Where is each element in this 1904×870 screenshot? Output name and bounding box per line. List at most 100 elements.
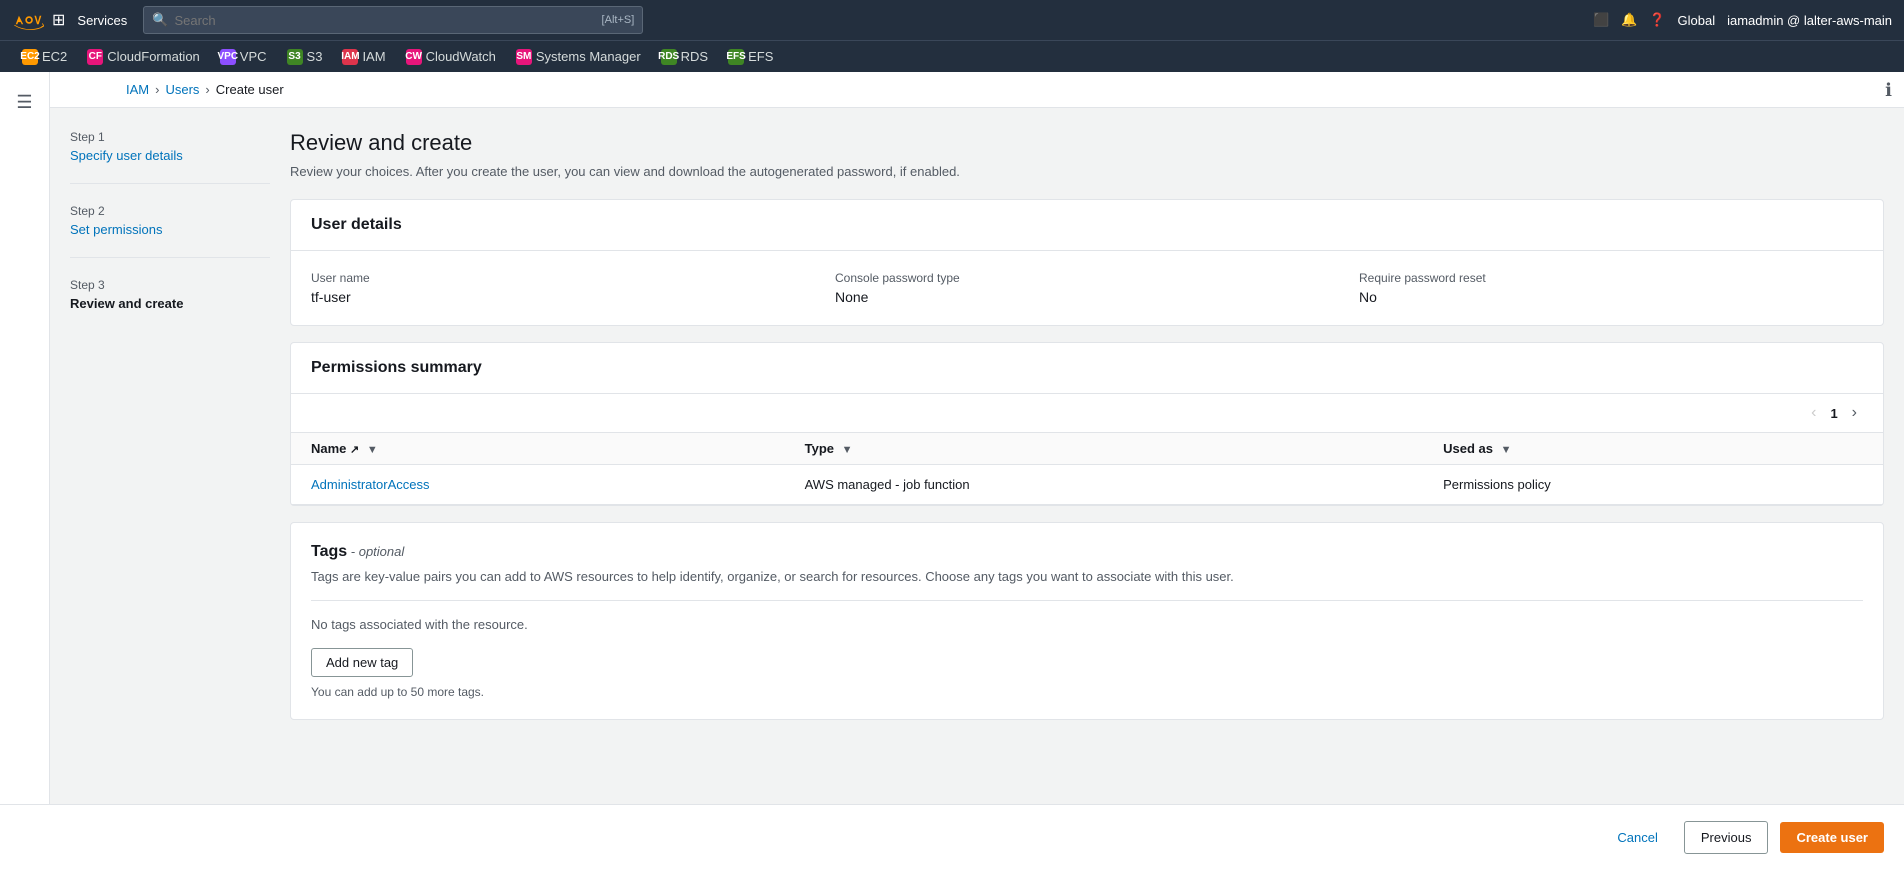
efs-label: EFS: [748, 49, 773, 64]
perm-pagination: ‹ 1 ›: [291, 394, 1883, 432]
user-menu[interactable]: iamadmin @ lalter-aws-main: [1727, 13, 1892, 28]
step-1-label: Step 1: [70, 130, 270, 144]
service-systems-manager[interactable]: SM Systems Manager: [506, 41, 651, 73]
service-vpc[interactable]: VPC VPC: [210, 41, 277, 73]
col-type: Type ▼: [785, 433, 1423, 465]
sm-badge: SM: [516, 49, 532, 65]
service-cloudformation[interactable]: CF CloudFormation: [77, 41, 210, 73]
details-grid: User name tf-user Console password type …: [311, 271, 1863, 305]
ec2-label: EC2: [42, 49, 67, 64]
create-user-button[interactable]: Create user: [1780, 822, 1884, 853]
terminal-icon[interactable]: ⬛: [1593, 12, 1609, 28]
no-tags-message: No tags associated with the resource.: [311, 617, 1863, 632]
search-icon: 🔍: [152, 12, 168, 28]
service-iam[interactable]: IAM IAM: [332, 41, 395, 73]
console-password-label: Console password type: [835, 271, 1339, 285]
vpc-badge: VPC: [220, 49, 236, 65]
perm-page-number: 1: [1830, 406, 1837, 421]
aws-logo: [12, 10, 44, 30]
administrator-access-link[interactable]: AdministratorAccess: [311, 477, 429, 492]
search-input[interactable]: [174, 13, 601, 28]
service-s3[interactable]: S3 S3: [277, 41, 333, 73]
content-area: Review and create Review your choices. A…: [290, 130, 1884, 790]
steps-panel: Step 1 Specify user details Step 2 Set p…: [70, 130, 270, 790]
help-icon[interactable]: ❓: [1649, 12, 1665, 28]
tags-title-row: Tags - optional: [311, 543, 1863, 561]
cf-badge: CF: [87, 49, 103, 65]
layout: ☰ Step 1 Specify user details Step 2 Set…: [0, 72, 1904, 870]
tags-content: No tags associated with the resource. Ad…: [311, 600, 1863, 699]
require-reset-field: Require password reset No: [1359, 271, 1863, 305]
tags-limit-text: You can add up to 50 more tags.: [311, 685, 1863, 699]
require-reset-value: No: [1359, 289, 1863, 305]
table-header-row: Name ↗ ▼ Type ▼ Used as ▼: [291, 433, 1883, 465]
iam-label: IAM: [362, 49, 385, 64]
rds-badge: RDS: [661, 49, 677, 65]
page-description: Review your choices. After you create th…: [290, 164, 1884, 179]
step-3: Step 3 Review and create: [70, 278, 270, 331]
tags-card: Tags - optional Tags are key-value pairs…: [290, 522, 1884, 720]
step-3-label: Step 3: [70, 278, 270, 292]
efs-badge: EFS: [728, 49, 744, 65]
region-selector[interactable]: Global: [1678, 13, 1716, 28]
service-bar: EC2 EC2 CF CloudFormation VPC VPC S3 S3 …: [0, 40, 1904, 72]
footer: Cancel Previous Create user: [0, 804, 1904, 870]
grid-icon[interactable]: ⊞: [52, 10, 65, 30]
tags-optional-label: - optional: [351, 544, 404, 559]
user-details-header: User details: [291, 200, 1883, 251]
permissions-header: Permissions summary: [291, 343, 1883, 394]
breadcrumb-sep-2: ›: [205, 82, 209, 97]
rds-label: RDS: [681, 49, 708, 64]
user-details-card: User details User name tf-user Console p…: [290, 199, 1884, 326]
permissions-table: Name ↗ ▼ Type ▼ Used as ▼: [291, 432, 1883, 505]
used-as-filter-icon[interactable]: ▼: [1501, 444, 1512, 456]
vpc-label: VPC: [240, 49, 267, 64]
breadcrumb-sep-1: ›: [155, 82, 159, 97]
step-2-name[interactable]: Set permissions: [70, 222, 270, 237]
perm-type-cell: AWS managed - job function: [785, 465, 1423, 505]
cf-label: CloudFormation: [107, 49, 200, 64]
services-nav[interactable]: Services: [77, 13, 127, 28]
sidebar-menu-icon[interactable]: ☰: [8, 84, 40, 121]
cw-label: CloudWatch: [426, 49, 496, 64]
service-efs[interactable]: EFS EFS: [718, 41, 783, 73]
s3-badge: S3: [287, 49, 303, 65]
nav-right: ⬛ 🔔 ❓ Global iamadmin @ lalter-aws-main: [1593, 12, 1892, 28]
tags-description: Tags are key-value pairs you can add to …: [311, 569, 1863, 584]
service-ec2[interactable]: EC2 EC2: [12, 41, 77, 73]
info-icon[interactable]: ℹ: [1885, 80, 1892, 101]
perm-name-cell: AdministratorAccess: [291, 465, 785, 505]
add-tag-button[interactable]: Add new tag: [311, 648, 413, 677]
search-shortcut: [Alt+S]: [602, 14, 635, 26]
step-2-label: Step 2: [70, 204, 270, 218]
perm-next-btn[interactable]: ›: [1846, 402, 1863, 424]
perm-prev-btn[interactable]: ‹: [1805, 402, 1822, 424]
cw-badge: CW: [406, 49, 422, 65]
user-name-field: User name tf-user: [311, 271, 815, 305]
cancel-button[interactable]: Cancel: [1603, 822, 1671, 853]
bell-icon[interactable]: 🔔: [1621, 12, 1637, 28]
user-details-body: User name tf-user Console password type …: [291, 251, 1883, 325]
step-3-name: Review and create: [70, 296, 270, 311]
name-filter-icon[interactable]: ▼: [367, 444, 378, 456]
user-name-label: User name: [311, 271, 815, 285]
breadcrumb: IAM › Users › Create user: [50, 72, 1904, 108]
service-rds[interactable]: RDS RDS: [651, 41, 718, 73]
user-name-value: tf-user: [311, 289, 815, 305]
step-1: Step 1 Specify user details: [70, 130, 270, 184]
console-password-value: None: [835, 289, 1339, 305]
table-row: AdministratorAccess AWS managed - job fu…: [291, 465, 1883, 505]
ec2-badge: EC2: [22, 49, 38, 65]
console-password-field: Console password type None: [835, 271, 1339, 305]
breadcrumb-iam[interactable]: IAM: [126, 82, 149, 97]
search-bar[interactable]: 🔍 [Alt+S]: [143, 6, 643, 34]
type-filter-icon[interactable]: ▼: [842, 444, 853, 456]
breadcrumb-users[interactable]: Users: [165, 82, 199, 97]
step-1-name[interactable]: Specify user details: [70, 148, 270, 163]
main-content: Step 1 Specify user details Step 2 Set p…: [50, 110, 1904, 870]
name-link-icon: ↗: [350, 444, 359, 456]
previous-button[interactable]: Previous: [1684, 821, 1769, 854]
tags-body: Tags - optional Tags are key-value pairs…: [291, 523, 1883, 719]
step-2: Step 2 Set permissions: [70, 204, 270, 258]
service-cloudwatch[interactable]: CW CloudWatch: [396, 41, 506, 73]
